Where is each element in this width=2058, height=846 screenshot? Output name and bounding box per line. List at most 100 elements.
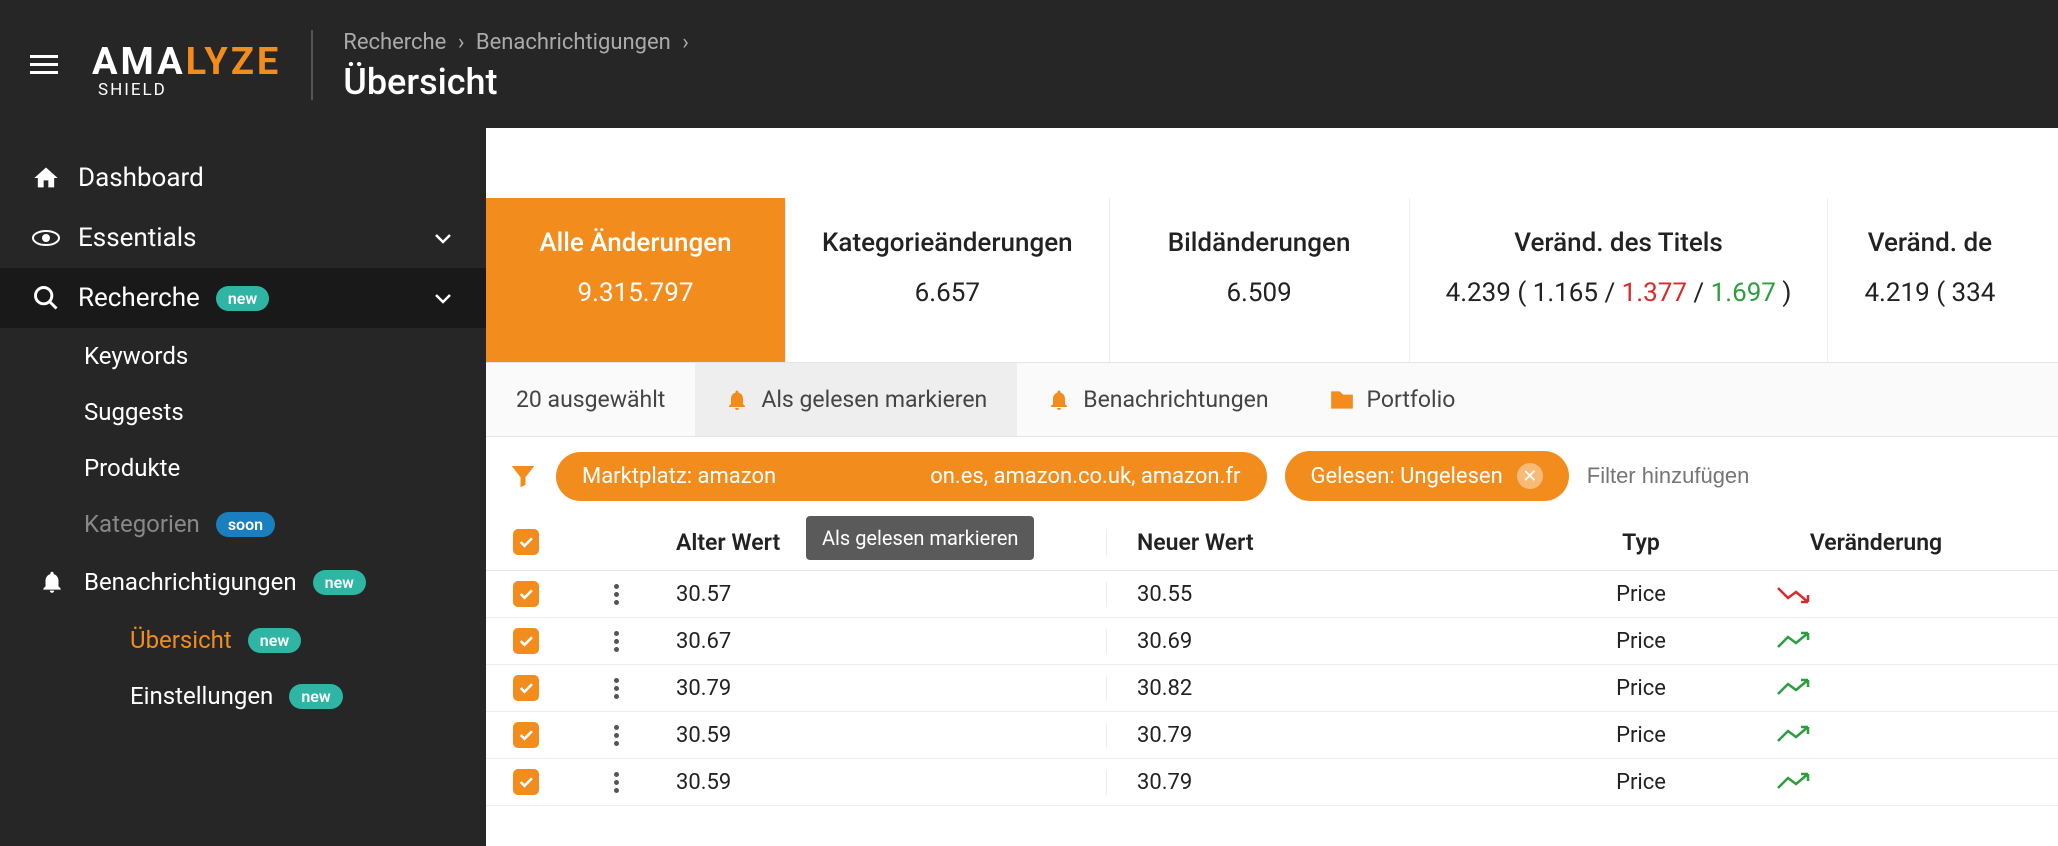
page-title: Übersicht xyxy=(343,61,695,103)
tab-alle-aenderungen[interactable]: Alle Änderungen 9.315.797 xyxy=(486,198,786,362)
logo[interactable]: AMALYZE SHIELD xyxy=(92,40,281,100)
select-all-checkbox[interactable] xyxy=(513,529,539,555)
cell-type: Price xyxy=(1506,629,1776,654)
sidebar-item-recherche[interactable]: Recherche new xyxy=(0,268,486,328)
trend-icon xyxy=(1776,772,1976,792)
tab-value: 4.219 ( 334 xyxy=(1864,278,1995,308)
tab-title: Veränd. de xyxy=(1864,228,1995,258)
table-row: 30.5930.79Price xyxy=(486,712,2058,759)
tab-bildaenderungen[interactable]: Bildänderungen 6.509 xyxy=(1110,198,1410,362)
main-content: Alle Änderungen 9.315.797 Kategorieänder… xyxy=(486,128,2058,846)
sidebar-label: Recherche xyxy=(78,283,200,313)
notifications-button[interactable]: Benachrichtungen xyxy=(1017,363,1298,436)
row-checkbox[interactable] xyxy=(513,722,539,748)
sidebar-item-dashboard[interactable]: Dashboard xyxy=(0,148,486,208)
breadcrumb-benachrichtigungen[interactable]: Benachrichtigungen xyxy=(476,30,671,55)
cell-old-value: 30.59 xyxy=(666,723,1106,748)
sidebar-item-suggests[interactable]: Suggests xyxy=(0,384,486,440)
row-checkbox[interactable] xyxy=(513,769,539,795)
trend-icon xyxy=(1776,725,1976,745)
chip-label: Gelesen: Ungelesen xyxy=(1311,464,1503,489)
header-change[interactable]: Veränderung xyxy=(1776,529,1976,556)
row-checkbox[interactable] xyxy=(513,628,539,654)
eye-icon xyxy=(30,222,62,254)
row-menu-icon[interactable] xyxy=(614,584,619,605)
sidebar-label: Keywords xyxy=(84,342,188,370)
selection-count-label: 20 ausgewählt xyxy=(516,386,665,413)
filter-input[interactable] xyxy=(1587,463,1875,489)
cell-new-value: 30.69 xyxy=(1106,629,1506,654)
row-checkbox[interactable] xyxy=(513,581,539,607)
tooltip: Als gelesen markieren xyxy=(806,516,1034,560)
sidebar-label: Benachrichtigungen xyxy=(84,568,297,596)
sidebar-item-essentials[interactable]: Essentials xyxy=(0,208,486,268)
cell-type: Price xyxy=(1506,676,1776,701)
cell-type: Price xyxy=(1506,723,1776,748)
sidebar-label: Kategorien xyxy=(84,510,200,538)
cell-new-value: 30.79 xyxy=(1106,723,1506,748)
action-label: Benachrichtungen xyxy=(1083,386,1268,413)
close-icon[interactable]: ✕ xyxy=(1517,463,1543,489)
badge-new: new xyxy=(289,684,342,709)
chevron-down-icon xyxy=(434,232,452,244)
funnel-icon[interactable] xyxy=(508,461,538,491)
cell-new-value: 30.55 xyxy=(1106,582,1506,607)
sidebar-item-kategorien: Kategorien soon xyxy=(0,496,486,552)
data-table: Alter Wert Neuer Wert Typ Veränderung 30… xyxy=(486,515,2058,806)
tab-titel[interactable]: Veränd. des Titels 4.239 ( 1.165 / 1.377… xyxy=(1410,198,1829,362)
table-row: 30.5930.79Price xyxy=(486,759,2058,806)
tab-title: Kategorieänderungen xyxy=(822,228,1073,258)
sidebar-label: Suggests xyxy=(84,398,184,426)
header-new[interactable]: Neuer Wert xyxy=(1106,529,1506,556)
vertical-divider xyxy=(311,30,313,100)
sidebar-item-uebersicht[interactable]: Übersicht new xyxy=(0,612,486,668)
trend-icon xyxy=(1776,678,1976,698)
tab-value: 6.657 xyxy=(822,278,1073,308)
table-header: Alter Wert Neuer Wert Typ Veränderung xyxy=(486,515,2058,571)
top-bar: AMALYZE SHIELD Recherche › Benachrichtig… xyxy=(0,0,2058,128)
cell-new-value: 30.82 xyxy=(1106,676,1506,701)
row-menu-icon[interactable] xyxy=(614,725,619,746)
sidebar-label: Dashboard xyxy=(78,163,204,193)
header-type[interactable]: Typ xyxy=(1506,529,1776,556)
row-menu-icon[interactable] xyxy=(614,678,619,699)
tab-value: 9.315.797 xyxy=(522,278,749,308)
sidebar-item-keywords[interactable]: Keywords xyxy=(0,328,486,384)
sidebar-label: Produkte xyxy=(84,454,180,482)
bell-icon xyxy=(725,388,749,412)
filter-bar: Marktplatz: amazon on.es, amazon.co.uk, … xyxy=(486,437,2058,515)
cell-type: Price xyxy=(1506,582,1776,607)
home-icon xyxy=(30,162,62,194)
action-bar: 20 ausgewählt Als gelesen markieren Bena… xyxy=(486,363,2058,437)
badge-new: new xyxy=(248,628,301,653)
table-row: 30.7930.82Price xyxy=(486,665,2058,712)
badge-soon: soon xyxy=(216,512,275,537)
mark-as-read-button[interactable]: Als gelesen markieren xyxy=(695,363,1017,436)
sidebar-label: Übersicht xyxy=(130,626,232,654)
portfolio-button[interactable]: Portfolio xyxy=(1299,363,1486,436)
sidebar-item-benachrichtigungen[interactable]: Benachrichtigungen new xyxy=(0,552,486,612)
tab-cutoff[interactable]: Veränd. de 4.219 ( 334 xyxy=(1828,198,2031,362)
filter-chip-gelesen[interactable]: Gelesen: Ungelesen ✕ xyxy=(1285,451,1569,501)
sidebar-label: Essentials xyxy=(78,223,196,253)
logo-part2: LYZE xyxy=(186,40,282,84)
cell-new-value: 30.79 xyxy=(1106,770,1506,795)
breadcrumb-recherche[interactable]: Recherche xyxy=(343,30,446,55)
tab-value: 6.509 xyxy=(1146,278,1373,308)
row-menu-icon[interactable] xyxy=(614,631,619,652)
sidebar-item-einstellungen[interactable]: Einstellungen new xyxy=(0,668,486,724)
tab-title: Alle Änderungen xyxy=(522,228,749,258)
hamburger-menu-icon[interactable] xyxy=(30,50,58,79)
row-menu-icon[interactable] xyxy=(614,772,619,793)
sidebar: Dashboard Essentials Recherche new Keywo… xyxy=(0,128,486,846)
tag-icon xyxy=(1329,389,1355,411)
tab-kategorieaenderungen[interactable]: Kategorieänderungen 6.657 xyxy=(786,198,1110,362)
row-checkbox[interactable] xyxy=(513,675,539,701)
trend-icon xyxy=(1776,584,1976,604)
cell-old-value: 30.59 xyxy=(666,770,1106,795)
logo-part1: AMA xyxy=(92,40,186,84)
sidebar-item-produkte[interactable]: Produkte xyxy=(0,440,486,496)
tab-title: Bildänderungen xyxy=(1146,228,1373,258)
badge-new: new xyxy=(216,286,269,311)
filter-chip-marktplatz[interactable]: Marktplatz: amazon on.es, amazon.co.uk, … xyxy=(556,452,1267,501)
